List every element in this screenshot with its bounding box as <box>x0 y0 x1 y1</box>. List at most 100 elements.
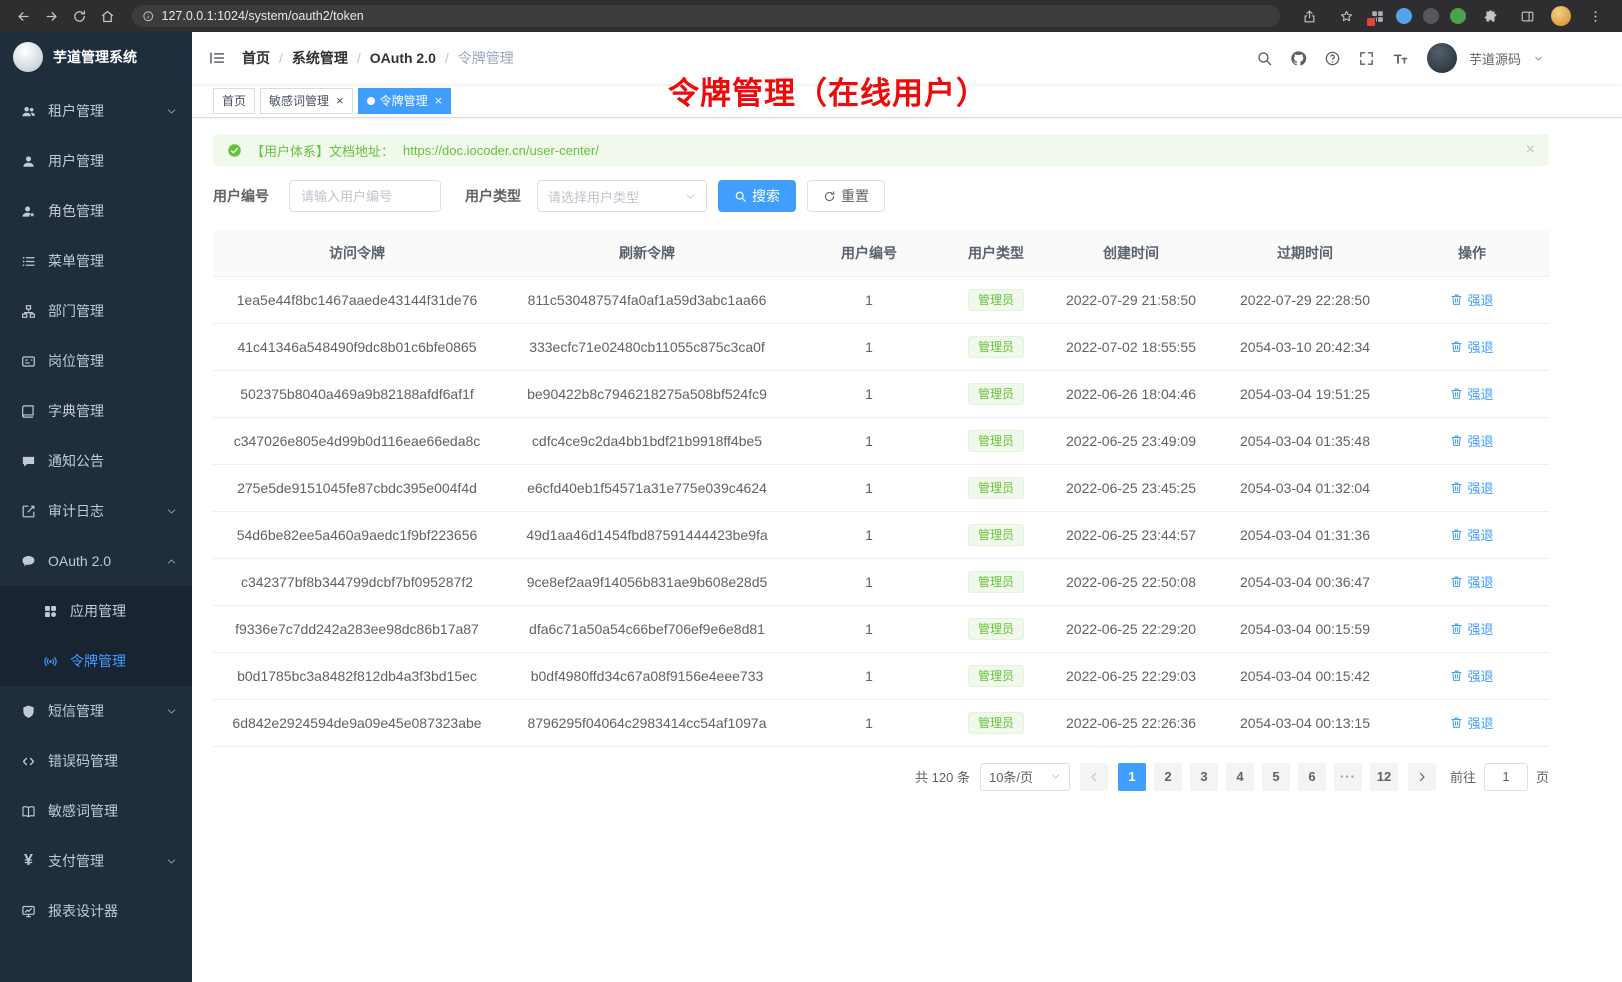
sidebar-item[interactable]: 菜单管理 <box>0 236 192 286</box>
page-button[interactable]: 6 <box>1298 763 1326 791</box>
sidebar-item[interactable]: 岗位管理 <box>0 336 192 386</box>
sidebar-item[interactable]: 令牌管理 <box>0 636 192 686</box>
user-type-select[interactable]: 请选择用户类型 <box>537 180 707 212</box>
url-bar[interactable]: 127.0.0.1:1024/system/oauth2/token <box>132 5 1280 27</box>
breadcrumb-item[interactable]: 首页 <box>242 48 270 68</box>
page-button[interactable]: 2 <box>1154 763 1182 791</box>
user-id-input[interactable] <box>289 180 441 212</box>
user-type-tag: 管理员 <box>968 665 1024 687</box>
sidebar-item[interactable]: 应用管理 <box>0 586 192 636</box>
trash-icon <box>1450 340 1463 353</box>
sidebar-item-label: 审计日志 <box>48 501 166 521</box>
more-pages-button[interactable]: ··· <box>1334 763 1362 791</box>
extension-grid-icon[interactable] <box>1370 9 1385 24</box>
refresh-token-cell: 811c530487574fa0af1a59d3abc1aa66 <box>501 276 793 323</box>
force-logout-button[interactable]: 强退 <box>1450 713 1493 732</box>
table-row: b0d1785bc3a8482f812db4a3f3bd15ecb0df4980… <box>213 652 1549 699</box>
sidebar-item[interactable]: ¥支付管理 <box>0 836 192 886</box>
force-logout-button[interactable]: 强退 <box>1450 384 1493 403</box>
extension-dark-icon[interactable] <box>1423 8 1439 24</box>
sidebar-item[interactable]: 用户管理 <box>0 136 192 186</box>
user-type-cell: 管理员 <box>945 652 1047 699</box>
page-button[interactable]: 12 <box>1370 763 1398 791</box>
search-button[interactable]: 搜索 <box>718 180 796 212</box>
force-logout-button[interactable]: 强退 <box>1450 478 1493 497</box>
force-logout-button[interactable]: 强退 <box>1450 619 1493 638</box>
font-size-icon[interactable] <box>1392 50 1409 67</box>
expire-time-cell: 2022-07-29 22:28:50 <box>1215 276 1395 323</box>
create-time-cell: 2022-06-25 22:50:08 <box>1047 558 1215 605</box>
app-logo[interactable]: 芋道管理系统 <box>0 32 192 82</box>
reset-button[interactable]: 重置 <box>807 180 885 212</box>
breadcrumb-item[interactable]: OAuth 2.0 <box>370 50 436 66</box>
user-type-cell: 管理员 <box>945 605 1047 652</box>
force-logout-button[interactable]: 强退 <box>1450 337 1493 356</box>
force-logout-button[interactable]: 强退 <box>1450 431 1493 450</box>
extensions-puzzle-icon[interactable] <box>1477 3 1503 29</box>
expire-time-cell: 2054-03-04 00:15:59 <box>1215 605 1395 652</box>
user-type-cell: 管理员 <box>945 276 1047 323</box>
page-size-select[interactable]: 10条/页 <box>980 763 1070 791</box>
refresh-icon <box>823 190 836 203</box>
prev-page-button[interactable] <box>1080 763 1108 791</box>
sidebar-item[interactable]: 敏感词管理 <box>0 786 192 836</box>
action-cell: 强退 <box>1395 417 1549 464</box>
caret-down-icon[interactable] <box>1533 53 1544 64</box>
bookmark-star-icon[interactable] <box>1333 3 1359 29</box>
sidebar-item[interactable]: 通知公告 <box>0 436 192 486</box>
reload-icon[interactable] <box>66 3 92 29</box>
user-name[interactable]: 芋道源码 <box>1469 49 1521 68</box>
view-tab[interactable]: 首页 <box>213 88 255 114</box>
page-button[interactable]: 4 <box>1226 763 1254 791</box>
page-button[interactable]: 5 <box>1262 763 1290 791</box>
page-button[interactable]: 3 <box>1190 763 1218 791</box>
fullscreen-icon[interactable] <box>1358 50 1375 67</box>
next-page-button[interactable] <box>1408 763 1436 791</box>
user-avatar[interactable] <box>1427 43 1457 73</box>
sidebar-item[interactable]: 短信管理 <box>0 686 192 736</box>
force-logout-button[interactable]: 强退 <box>1450 525 1493 544</box>
info-icon[interactable] <box>142 10 155 23</box>
close-icon[interactable]: × <box>1526 142 1535 158</box>
page-button[interactable]: 1 <box>1118 763 1146 791</box>
user-id-cell: 1 <box>793 464 945 511</box>
home-icon[interactable] <box>94 3 120 29</box>
menu-dots-icon[interactable] <box>1582 3 1608 29</box>
back-icon[interactable] <box>10 3 36 29</box>
extension-green-icon[interactable] <box>1450 8 1466 24</box>
main-area: 首页/系统管理/OAuth 2.0/令牌管理 芋道源码 首页敏感词管理×令牌管理… <box>192 32 1622 982</box>
table-body: 1ea5e44f8bc1467aaede43144f31de76811c5304… <box>213 276 1549 746</box>
search-icon[interactable] <box>1256 50 1273 67</box>
extension-blue-icon[interactable] <box>1396 8 1412 24</box>
sidebar-item[interactable]: 错误码管理 <box>0 736 192 786</box>
sidebar-item[interactable]: 审计日志 <box>0 486 192 536</box>
hamburger-icon[interactable] <box>208 49 226 67</box>
share-icon[interactable] <box>1296 3 1322 29</box>
sidebar-item-label: 令牌管理 <box>70 651 178 671</box>
sidebar-item[interactable]: 字典管理 <box>0 386 192 436</box>
browser-profile-avatar[interactable] <box>1551 6 1571 26</box>
view-tab[interactable]: 令牌管理× <box>358 88 452 114</box>
breadcrumb-item[interactable]: 系统管理 <box>292 48 348 68</box>
github-icon[interactable] <box>1290 50 1307 67</box>
page-numbers: 123456···12 <box>1118 763 1398 791</box>
view-tab[interactable]: 敏感词管理× <box>260 88 353 114</box>
sidebar-item[interactable]: OAuth 2.0 <box>0 536 192 586</box>
side-panel-icon[interactable] <box>1514 3 1540 29</box>
force-logout-button[interactable]: 强退 <box>1450 666 1493 685</box>
force-logout-button[interactable]: 强退 <box>1450 290 1493 309</box>
sidebar-item[interactable]: 报表设计器 <box>0 886 192 936</box>
sidebar-item[interactable]: 角色管理 <box>0 186 192 236</box>
sidebar-item[interactable]: 部门管理 <box>0 286 192 336</box>
close-icon[interactable]: × <box>435 94 443 107</box>
forward-icon[interactable] <box>38 3 64 29</box>
help-icon[interactable] <box>1324 50 1341 67</box>
refresh-token-cell: 8796295f04064c2983414cc54af1097a <box>501 699 793 746</box>
sidebar-item[interactable]: 租户管理 <box>0 86 192 136</box>
user-type-tag: 管理员 <box>968 524 1024 546</box>
goto-page-input[interactable] <box>1484 763 1528 791</box>
refresh-token-cell: e6cfd40eb1f54571a31e775e039c4624 <box>501 464 793 511</box>
force-logout-button[interactable]: 强退 <box>1450 572 1493 591</box>
alert-link[interactable]: https://doc.iocoder.cn/user-center/ <box>403 143 599 158</box>
close-icon[interactable]: × <box>336 94 344 107</box>
